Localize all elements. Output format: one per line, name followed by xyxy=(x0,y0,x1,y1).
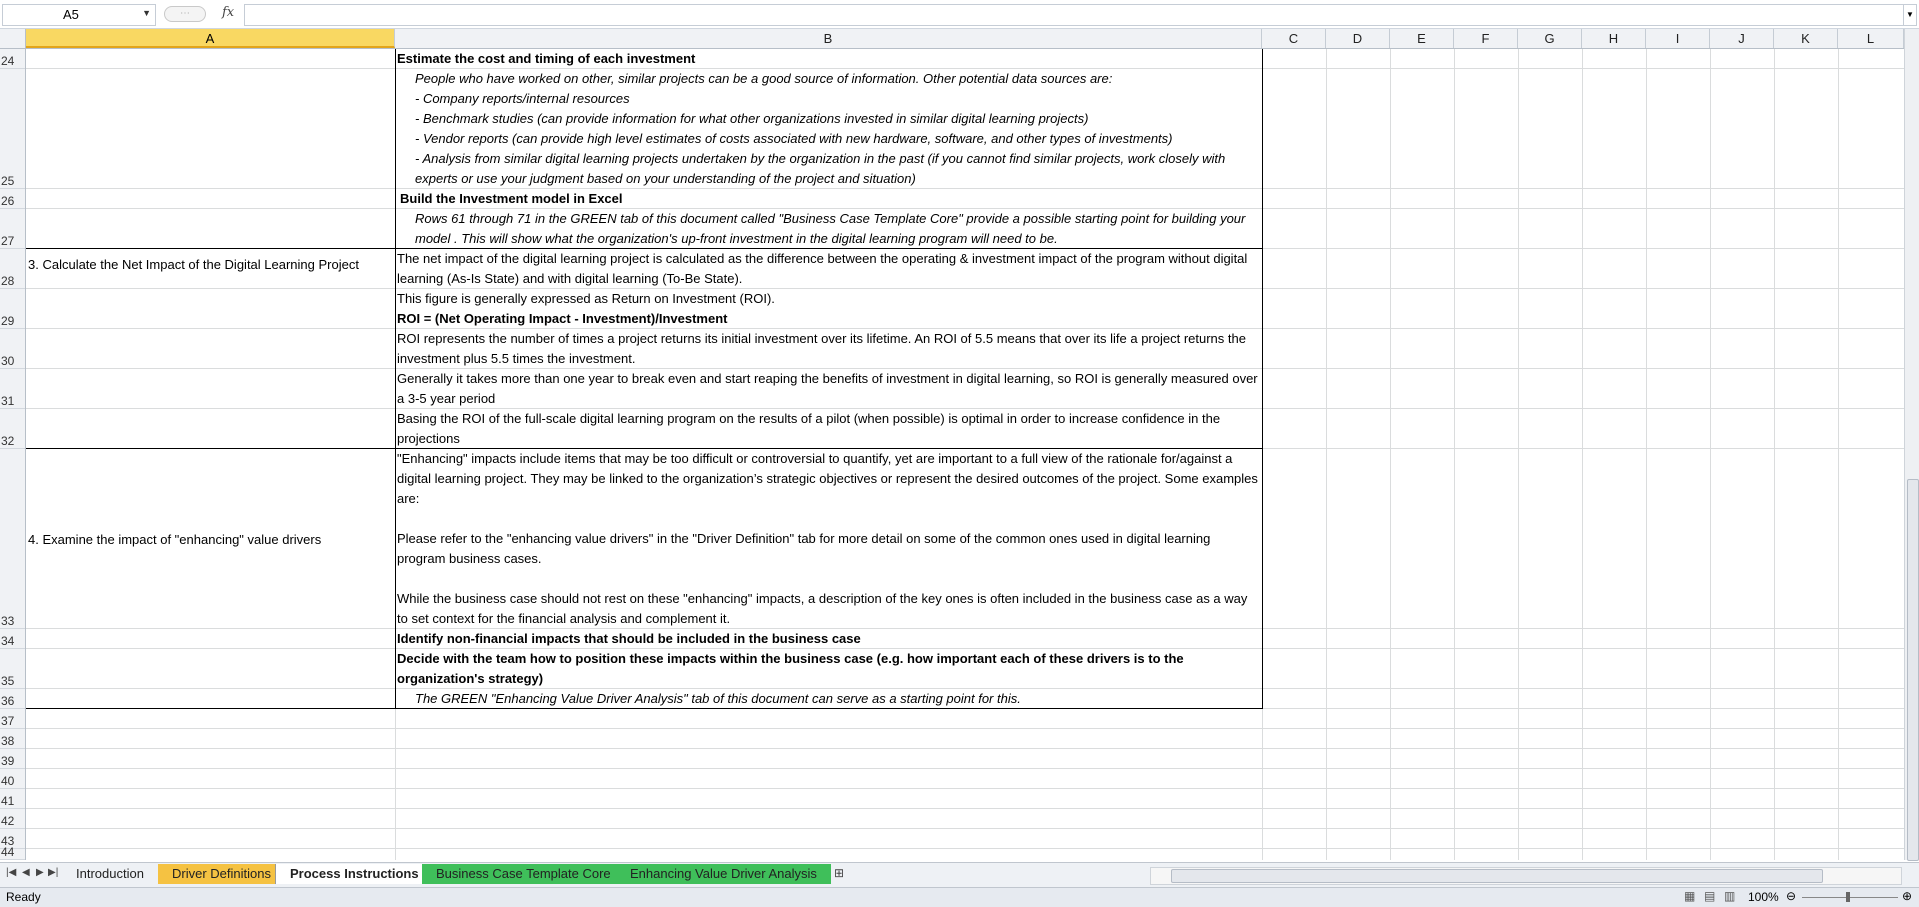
tab-process-instructions[interactable]: Process Instructions xyxy=(275,864,434,884)
cell-b33-para: While the business case should not rest … xyxy=(397,591,1248,626)
cell-b25-line: - Vendor reports (can provide high level… xyxy=(415,131,1173,146)
cell-b29-line: This figure is generally expressed as Re… xyxy=(397,291,775,306)
formula-buttons: ⋯ fx xyxy=(162,4,242,24)
horizontal-scrollbar[interactable] xyxy=(1150,867,1902,885)
last-sheet-icon[interactable]: ▶| xyxy=(48,867,58,878)
vertical-scroll-thumb[interactable] xyxy=(1907,479,1919,861)
cell-b25-line: People who have worked on other, similar… xyxy=(415,71,1113,86)
cell-b25[interactable]: People who have worked on other, similar… xyxy=(395,69,1262,189)
row-header[interactable]: 27 xyxy=(0,209,25,249)
row-header[interactable]: 42 xyxy=(0,809,25,829)
row-header[interactable]: 25 xyxy=(0,69,25,189)
zoom-level[interactable]: 100% xyxy=(1748,890,1779,904)
row-header[interactable]: 36 xyxy=(0,689,25,709)
cell-a33[interactable]: 4. Examine the impact of "enhancing" val… xyxy=(26,449,395,629)
cell-b32[interactable]: Basing the ROI of the full-scale digital… xyxy=(395,409,1262,449)
cell-b34[interactable]: Identify non-financial impacts that shou… xyxy=(395,629,1262,649)
first-sheet-icon[interactable]: |◀ xyxy=(6,867,16,878)
cell-b36[interactable]: The GREEN "Enhancing Value Driver Analys… xyxy=(395,689,1262,709)
column-headers: A B C D E F G H I J K L xyxy=(0,29,1904,49)
next-sheet-icon[interactable]: ▶ xyxy=(36,867,44,878)
cell-b27-text: Rows 61 through 71 in the GREEN tab of t… xyxy=(415,211,1246,246)
row-header[interactable]: 39 xyxy=(0,749,25,769)
name-box[interactable]: A5 ▼ xyxy=(2,4,156,26)
tab-introduction[interactable]: Introduction xyxy=(62,864,158,884)
cell-b31[interactable]: Generally it takes more than one year to… xyxy=(395,369,1262,409)
row-header[interactable]: 38 xyxy=(0,729,25,749)
cell-b36-text: The GREEN "Enhancing Value Driver Analys… xyxy=(415,691,1021,706)
cell-a28[interactable]: 3. Calculate the Net Impact of the Digit… xyxy=(26,249,395,289)
status-bar: Ready ▦ ▤ ▥ 100% ⊖ ⊕ xyxy=(0,887,1919,907)
tab-business-case-template-core[interactable]: Business Case Template Core xyxy=(422,864,625,884)
prev-sheet-icon[interactable]: ◀ xyxy=(22,867,30,878)
cell-b25-line: - Benchmark studies (can provide informa… xyxy=(415,111,1089,126)
cell-b29-formula: ROI = (Net Operating Impact - Investment… xyxy=(397,311,728,326)
row-header[interactable]: 26 xyxy=(0,189,25,209)
column-header-c[interactable]: C xyxy=(1262,29,1326,48)
row-header[interactable]: 29 xyxy=(0,289,25,329)
status-text: Ready xyxy=(6,890,41,904)
tab-driver-definitions[interactable]: Driver Definitions xyxy=(158,864,285,884)
cell-b33-para: "Enhancing" impacts include items that m… xyxy=(397,451,1258,506)
row-header[interactable]: 41 xyxy=(0,789,25,809)
zoom-in-icon[interactable]: ⊕ xyxy=(1902,889,1912,903)
cell-b26[interactable]: Build the Investment model in Excel xyxy=(395,189,1262,209)
zoom-slider-thumb[interactable] xyxy=(1846,892,1850,902)
vertical-scrollbar[interactable] xyxy=(1904,29,1919,861)
cell-b33-para: Please refer to the "enhancing value dri… xyxy=(397,531,1211,566)
column-header-d[interactable]: D xyxy=(1326,29,1390,48)
row-header[interactable]: 35 xyxy=(0,649,25,689)
row-header[interactable]: 28 xyxy=(0,249,25,289)
worksheet-grid[interactable]: Estimate the cost and timing of each inv… xyxy=(26,49,1904,860)
column-header-k[interactable]: K xyxy=(1774,29,1838,48)
cell-b28[interactable]: The net impact of the digital learning p… xyxy=(395,249,1262,289)
tab-enhancing-value-driver-analysis[interactable]: Enhancing Value Driver Analysis xyxy=(616,864,831,884)
row-headers: 24 25 26 27 28 29 30 31 32 33 34 35 36 3… xyxy=(0,49,26,860)
zoom-out-icon[interactable]: ⊖ xyxy=(1786,889,1796,903)
column-header-g[interactable]: G xyxy=(1518,29,1582,48)
formula-input[interactable] xyxy=(244,4,1906,26)
chevron-down-icon[interactable]: ▼ xyxy=(142,8,151,18)
cancel-enter-icon: ⋯ xyxy=(164,6,206,22)
column-header-f[interactable]: F xyxy=(1454,29,1518,48)
column-header-j[interactable]: J xyxy=(1710,29,1774,48)
cell-b35[interactable]: Decide with the team how to position the… xyxy=(395,649,1262,689)
row-header[interactable]: 40 xyxy=(0,769,25,789)
row-header[interactable]: 44 xyxy=(0,845,25,860)
name-box-value: A5 xyxy=(63,7,79,22)
column-header-h[interactable]: H xyxy=(1582,29,1646,48)
cell-b30[interactable]: ROI represents the number of times a pro… xyxy=(395,329,1262,369)
column-header-e[interactable]: E xyxy=(1390,29,1454,48)
row-header[interactable]: 33 xyxy=(0,449,25,629)
column-header-a[interactable]: A xyxy=(26,29,395,48)
zoom-slider[interactable] xyxy=(1802,897,1898,898)
row-header[interactable]: 24 xyxy=(0,49,25,69)
row-header[interactable]: 34 xyxy=(0,629,25,649)
insert-sheet-icon[interactable]: ⊞ xyxy=(834,866,844,880)
expand-formula-bar-icon[interactable]: ▼ xyxy=(1903,4,1917,26)
row-header[interactable]: 37 xyxy=(0,709,25,729)
row-header[interactable]: 31 xyxy=(0,369,25,409)
cell-b24[interactable]: Estimate the cost and timing of each inv… xyxy=(395,49,1262,69)
cell-b25-line: - Analysis from similar digital learning… xyxy=(415,151,1226,186)
insert-function-button[interactable]: fx xyxy=(222,5,234,20)
column-header-l[interactable]: L xyxy=(1838,29,1904,48)
page-break-view-icon[interactable]: ▥ xyxy=(1724,889,1735,903)
sheet-tab-bar: |◀ ◀ ▶ ▶| Introduction Driver Definition… xyxy=(0,862,1919,887)
cell-b29[interactable]: This figure is generally expressed as Re… xyxy=(395,289,1262,329)
column-header-b[interactable]: B xyxy=(395,29,1262,48)
cell-b25-line: - Company reports/internal resources xyxy=(415,91,630,106)
row-header[interactable]: 30 xyxy=(0,329,25,369)
normal-view-icon[interactable]: ▦ xyxy=(1684,889,1695,903)
horizontal-scroll-thumb[interactable] xyxy=(1171,869,1823,883)
cell-b27[interactable]: Rows 61 through 71 in the GREEN tab of t… xyxy=(395,209,1262,249)
row-header[interactable]: 32 xyxy=(0,409,25,449)
formula-bar: A5 ▼ ⋯ fx ▼ xyxy=(0,0,1919,29)
select-all-button[interactable] xyxy=(0,29,26,48)
cell-b33[interactable]: "Enhancing" impacts include items that m… xyxy=(395,449,1262,629)
page-layout-view-icon[interactable]: ▤ xyxy=(1704,889,1715,903)
column-header-i[interactable]: I xyxy=(1646,29,1710,48)
